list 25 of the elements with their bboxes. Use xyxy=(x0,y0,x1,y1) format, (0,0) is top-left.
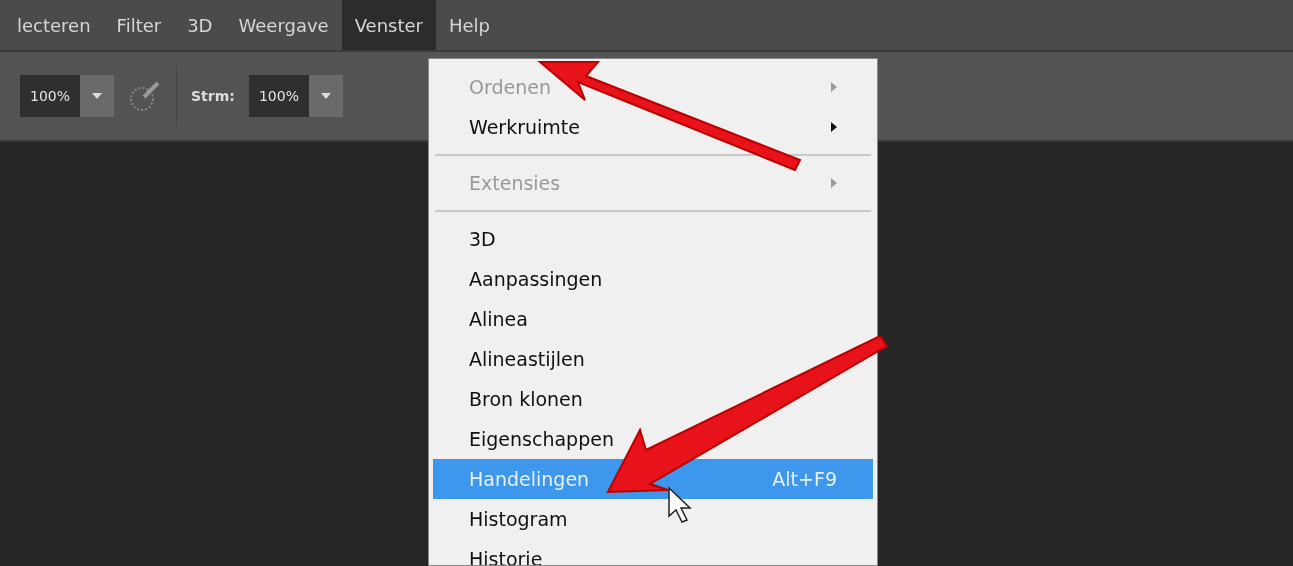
menu-bar-item[interactable]: Weergave xyxy=(225,0,342,50)
menu-item[interactable]: 3D xyxy=(433,219,873,259)
mouse-cursor-icon xyxy=(668,486,692,523)
menu-item[interactable]: Alineastijlen xyxy=(433,339,873,379)
menu-item[interactable]: Alinea xyxy=(433,299,873,339)
submenu-arrow-icon xyxy=(831,178,837,188)
menu-bar-item[interactable]: Help xyxy=(435,0,503,50)
caret-icon xyxy=(92,93,103,99)
menu-item[interactable]: Eigenschappen xyxy=(433,419,873,459)
flow-label: Strm: xyxy=(191,88,235,104)
submenu-arrow-icon xyxy=(831,122,837,132)
menu-item[interactable]: Werkruimte xyxy=(433,107,873,147)
menu-bar-item[interactable]: 3D xyxy=(174,0,226,50)
dropdown-button[interactable] xyxy=(308,75,343,117)
menu-bar-item[interactable]: Filter xyxy=(103,0,175,50)
value-field[interactable]: 100% xyxy=(248,75,309,117)
menu-bar-item[interactable]: Venster xyxy=(341,0,436,50)
menu-item[interactable]: Aanpassingen xyxy=(433,259,873,299)
menu-item[interactable]: Histogram xyxy=(433,499,873,539)
dropdown-button[interactable] xyxy=(80,75,115,117)
value-field[interactable]: 100% xyxy=(20,75,81,117)
menu-item[interactable]: Bron klonen xyxy=(433,379,873,419)
caret-icon xyxy=(320,93,331,99)
submenu-arrow-icon xyxy=(831,82,837,92)
menu-bar-item[interactable]: lecteren xyxy=(4,0,104,50)
